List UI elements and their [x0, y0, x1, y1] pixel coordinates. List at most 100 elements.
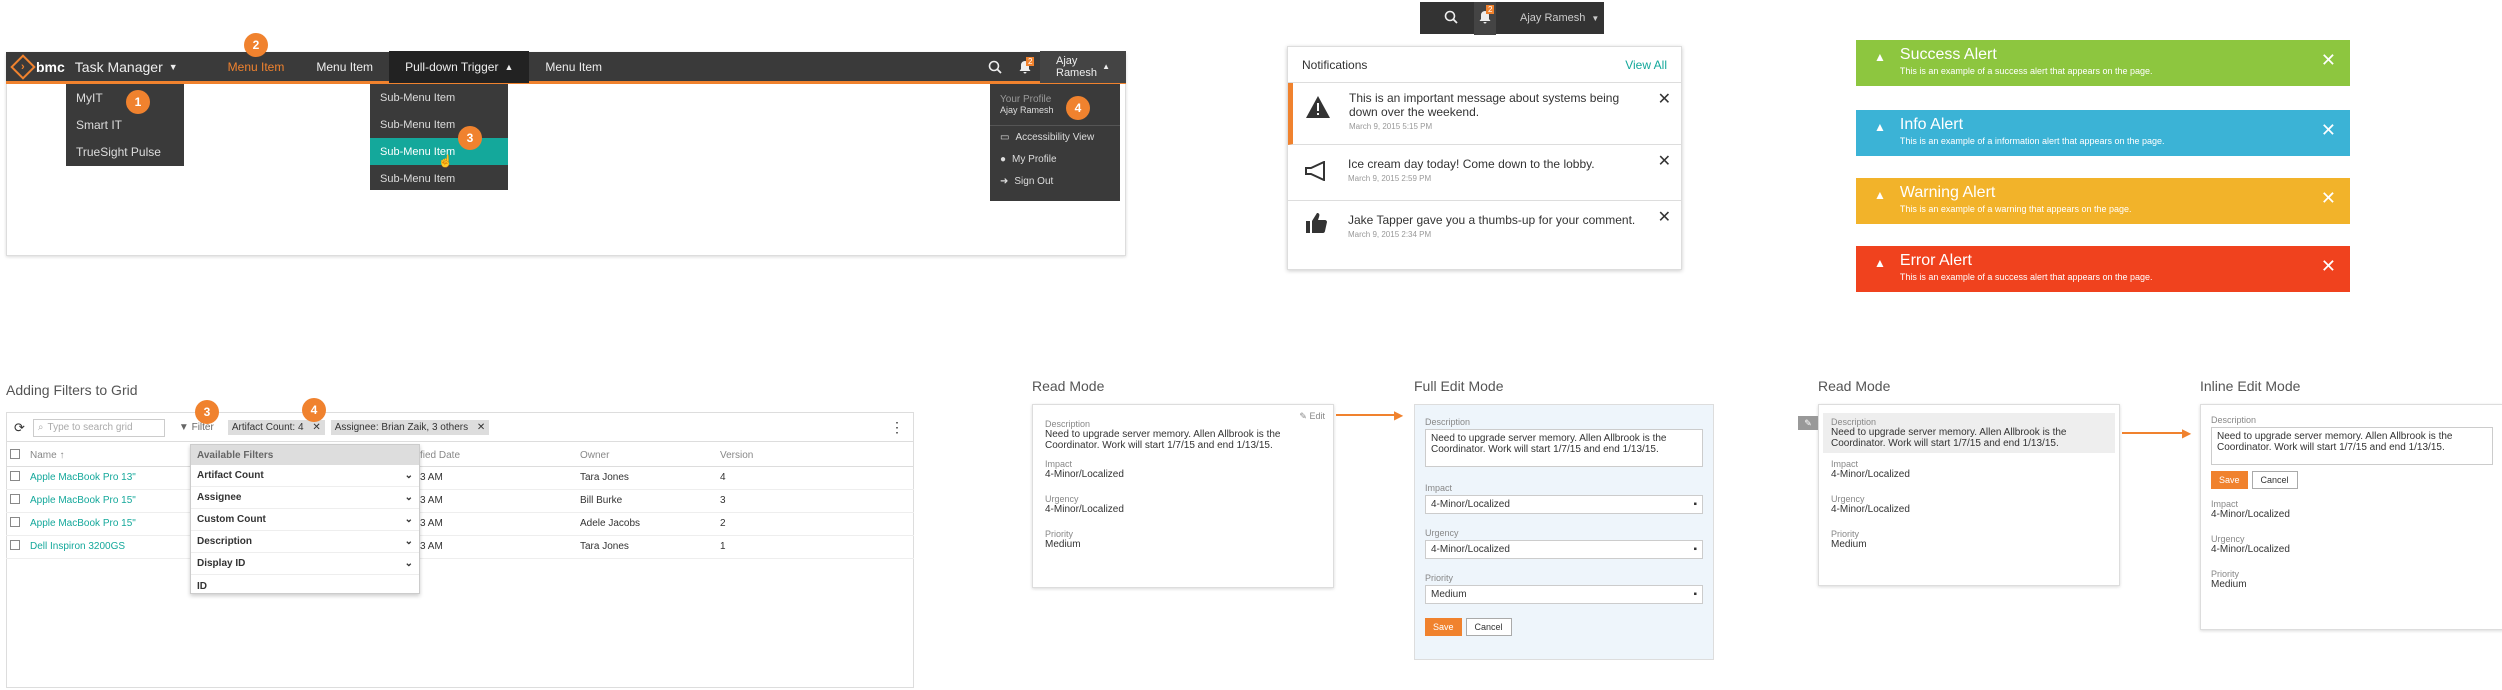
- sub-menu-item[interactable]: Sub-Menu Item: [370, 84, 508, 111]
- read-mode-heading: Read Mode: [1032, 378, 1105, 394]
- close-icon[interactable]: ✕: [1658, 207, 1671, 227]
- app-menu-item[interactable]: MyIT: [66, 84, 184, 111]
- notification-item[interactable]: This is an important message about syste…: [1288, 83, 1681, 145]
- view-all-link[interactable]: View All: [1625, 58, 1667, 72]
- impact-select[interactable]: 4-Minor/Localized ▪: [1425, 495, 1703, 514]
- data-grid: Name ↑ fied Date Owner Version Apple Mac…: [6, 446, 914, 559]
- app-menu-item[interactable]: Smart IT: [66, 111, 184, 138]
- menu-item[interactable]: Menu Item: [529, 51, 618, 83]
- menu-item[interactable]: Menu Item: [300, 51, 389, 83]
- notification-count: 2: [1486, 4, 1495, 14]
- filter-icon: ▼: [178, 422, 189, 433]
- table-row[interactable]: Apple MacBook Pro 13" 3 AM Tara Jones 4: [6, 466, 914, 489]
- table-row[interactable]: Dell Inspiron 3200GS 3 AM Tara Jones 1: [6, 535, 914, 558]
- refresh-icon[interactable]: ⟳: [14, 420, 25, 436]
- filter-option[interactable]: ID: [191, 575, 419, 593]
- close-icon[interactable]: ✕: [2321, 120, 2336, 141]
- description-textarea[interactable]: Need to upgrade server memory. Allen All…: [2211, 427, 2493, 465]
- priority-select[interactable]: Medium ▪: [1425, 585, 1703, 604]
- app-switcher[interactable]: Task Manager ▼: [65, 51, 194, 83]
- chevron-down-icon: ⌄: [404, 514, 413, 525]
- cancel-button[interactable]: Cancel: [2251, 471, 2298, 489]
- row-checkbox[interactable]: [10, 540, 20, 550]
- profile-name: Ajay Ramesh: [1000, 105, 1054, 115]
- filter-option[interactable]: Display ID ⌄: [191, 553, 419, 575]
- chevron-down-icon: ⌄: [404, 492, 413, 503]
- notifications-panel: Notifications View All This is an import…: [1287, 46, 1682, 270]
- close-icon[interactable]: ✕: [1658, 89, 1671, 109]
- column-header[interactable]: Version: [720, 446, 914, 466]
- save-button[interactable]: Save: [2211, 471, 2248, 489]
- sign-out-item[interactable]: ➜ Sign Out: [990, 170, 1120, 192]
- callout-badge: 4: [1066, 96, 1090, 120]
- search-input[interactable]: ⌕ Type to search grid: [32, 418, 165, 437]
- megaphone-icon: [1304, 160, 1330, 186]
- full-edit-card: Description Need to upgrade server memor…: [1414, 404, 1714, 660]
- pulldown-trigger[interactable]: Pull-down Trigger ▲: [389, 50, 530, 83]
- close-icon[interactable]: ✕: [2321, 188, 2336, 209]
- select-all-checkbox[interactable]: [10, 449, 20, 460]
- user-menu[interactable]: Ajay Ramesh: [1520, 12, 1585, 24]
- save-button[interactable]: Save: [1425, 618, 1462, 636]
- close-icon[interactable]: ✕: [1658, 151, 1671, 171]
- close-icon: ✕: [476, 422, 486, 433]
- table-row[interactable]: Apple MacBook Pro 15" 3 AM Bill Burke 3: [6, 489, 914, 512]
- profile-menu: Your Profile Ajay Ramesh ▭ Accessibility …: [990, 84, 1120, 201]
- pencil-icon: ✎: [1299, 411, 1307, 421]
- filter-option[interactable]: Assignee ⌄: [191, 487, 419, 509]
- description-textarea[interactable]: Need to upgrade server memory. Allen All…: [1425, 429, 1703, 467]
- inline-edit-card: Description Need to upgrade server memor…: [2200, 404, 2502, 630]
- close-icon[interactable]: ✕: [2321, 256, 2336, 277]
- callout-badge: 3: [458, 126, 482, 150]
- callout-badge: 3: [195, 400, 219, 424]
- chevron-down-icon: ⌄: [404, 536, 413, 547]
- notification-item[interactable]: Ice cream day today! Come down to the lo…: [1288, 145, 1681, 201]
- search-icon[interactable]: [980, 51, 1010, 83]
- filter-chip[interactable]: Assignee: Brian Zaik, 3 others ✕: [330, 420, 490, 435]
- row-checkbox[interactable]: [10, 494, 20, 504]
- sub-menu-item[interactable]: Sub-Menu Item: [370, 165, 508, 192]
- row-checkbox[interactable]: [10, 517, 20, 527]
- column-header[interactable]: fied Date: [420, 446, 580, 466]
- my-profile-item[interactable]: ● My Profile: [990, 148, 1120, 170]
- pencil-icon[interactable]: ✎: [1798, 416, 1818, 430]
- description-value: Need to upgrade server memory. Allen All…: [1045, 429, 1281, 451]
- cancel-button[interactable]: Cancel: [1465, 618, 1512, 636]
- filter-option[interactable]: Description ⌄: [191, 531, 419, 553]
- bell-icon[interactable]: 2: [1010, 51, 1040, 83]
- notification-item[interactable]: Jake Tapper gave you a thumbs-up for you…: [1288, 201, 1681, 257]
- bell-icon[interactable]: 2: [1474, 1, 1496, 35]
- chevron-down-icon: ⌄: [404, 558, 413, 569]
- sign-out-icon: ➜: [1000, 175, 1009, 187]
- filter-option[interactable]: Custom Count ⌄: [191, 509, 419, 531]
- monitor-icon: ▭: [1000, 131, 1010, 143]
- app-menu-item[interactable]: TrueSight Pulse: [66, 138, 184, 165]
- user-icon: ●: [1000, 153, 1007, 165]
- callout-badge: 4: [302, 398, 326, 422]
- row-checkbox[interactable]: [10, 471, 20, 481]
- sort-up-icon: ↑: [59, 450, 65, 462]
- success-alert: ▲ Success Alert This is an example of a s…: [1856, 40, 2350, 86]
- section-title: Adding Filters to Grid: [6, 382, 138, 398]
- filters-title: Available Filters: [191, 445, 419, 465]
- hover-highlight[interactable]: Description Need to upgrade server memor…: [1823, 413, 2115, 453]
- thumbs-up-icon: [1304, 211, 1328, 240]
- accessibility-view-item[interactable]: ▭ Accessibility View: [990, 126, 1120, 148]
- navbar: › bmc Task Manager ▼ Menu Item Menu Item…: [6, 50, 1126, 84]
- urgency-select[interactable]: 4-Minor/Localized ▪: [1425, 540, 1703, 559]
- bmc-logo[interactable]: › bmc: [6, 51, 65, 83]
- sub-menu-item[interactable]: Sub-Menu Item: [370, 111, 508, 138]
- more-vertical-icon[interactable]: ⋮: [890, 419, 904, 436]
- edit-button[interactable]: ✎ Edit: [1299, 411, 1325, 422]
- filter-option[interactable]: Artifact Count ⌄: [191, 465, 419, 487]
- filter-chip[interactable]: Artifact Count: 4 ✕: [227, 420, 325, 435]
- column-header[interactable]: Owner: [580, 446, 720, 466]
- grid-toolbar: ⟳ ⌕ Type to search grid ▼ Filter Artifact…: [6, 414, 914, 442]
- table-row[interactable]: Apple MacBook Pro 15" 3 AM Adele Jacobs 2: [6, 512, 914, 535]
- warning-icon: ▲: [1874, 256, 1886, 270]
- search-icon[interactable]: [1444, 10, 1458, 27]
- read-mode-heading: Read Mode: [1818, 378, 1891, 394]
- search-icon: ⌕: [37, 422, 44, 433]
- user-menu[interactable]: Ajay Ramesh ▲: [1040, 50, 1126, 83]
- close-icon[interactable]: ✕: [2321, 50, 2336, 71]
